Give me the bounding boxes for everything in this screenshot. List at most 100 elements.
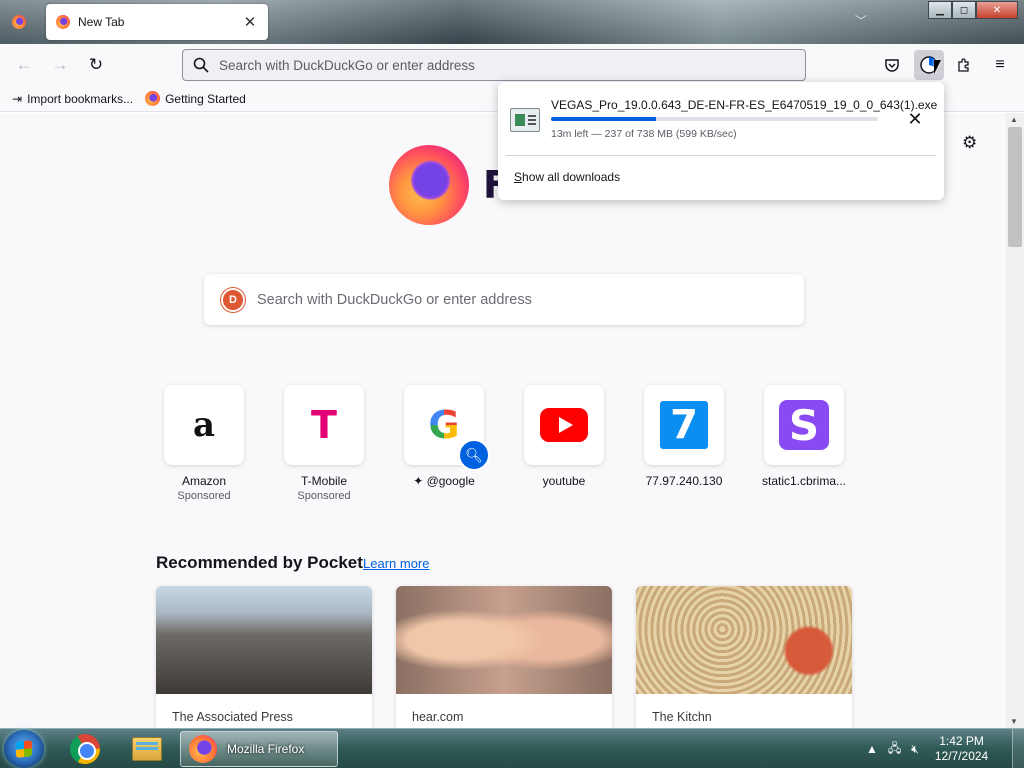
download-status: 13m left — 237 of 738 MB (599 KB/sec) bbox=[551, 128, 737, 140]
chevron-down-icon[interactable]: ﹀ bbox=[855, 12, 867, 29]
top-site-cbr[interactable]: S static1.cbrima... bbox=[744, 385, 864, 488]
nav-toolbar: ← → ↻ ≡ bbox=[0, 44, 1024, 86]
puzzle-icon bbox=[958, 58, 969, 72]
newtab-search-box[interactable]: D Search with DuckDuckGo or enter addres… bbox=[204, 274, 804, 325]
taskbar-label: Mozilla Firefox bbox=[227, 742, 305, 756]
tile-title: youtube bbox=[542, 474, 586, 488]
tile-icon-box: G 🔍︎ bbox=[404, 385, 490, 471]
tile-title: Amazon bbox=[181, 474, 227, 488]
card-image bbox=[156, 586, 372, 694]
card-source: The Associated Press bbox=[172, 710, 293, 724]
downloads-panel: VEGAS_Pro_19.0.0.643_DE-EN-FR-ES_E647051… bbox=[498, 82, 944, 200]
back-button[interactable]: ← bbox=[10, 51, 38, 79]
scroll-down-icon[interactable]: ▼ bbox=[1010, 717, 1018, 726]
minimize-button[interactable]: ▁ bbox=[928, 1, 952, 19]
close-tab-icon[interactable]: ✕ bbox=[242, 14, 258, 31]
pocket-card[interactable]: The Associated Press bbox=[156, 586, 372, 728]
tile-icon-box: 7 bbox=[644, 385, 724, 465]
tile-sponsored-label: Sponsored bbox=[297, 490, 351, 502]
title-bar: New Tab ✕ ﹀ ▁ ◻ ✕ bbox=[0, 0, 1024, 44]
maximize-button[interactable]: ◻ bbox=[952, 1, 976, 19]
chrome-icon bbox=[70, 734, 100, 764]
top-site-ip[interactable]: 7 77.97.240.130 bbox=[624, 385, 744, 488]
firefox-icon bbox=[189, 735, 217, 763]
file-icon bbox=[510, 108, 540, 132]
tile-sponsored-label: Sponsored bbox=[177, 490, 231, 502]
extensions-button[interactable] bbox=[950, 51, 978, 79]
learn-more-link[interactable]: Learn more bbox=[363, 556, 429, 571]
network-icon[interactable]: 🖧︎ bbox=[888, 739, 901, 760]
card-image bbox=[636, 586, 852, 694]
taskbar-chrome[interactable] bbox=[62, 731, 108, 767]
tile-title: T-Mobile bbox=[300, 474, 347, 488]
clock[interactable]: 1:42 PM 12/7/2024 bbox=[935, 734, 988, 764]
top-site-google[interactable]: G 🔍︎ ✦ @google bbox=[384, 385, 504, 488]
menu-button[interactable]: ≡ bbox=[986, 51, 1014, 79]
clock-date: 12/7/2024 bbox=[934, 749, 989, 763]
taskbar: Mozilla Firefox ▲ 🖧︎ 🔇︎ 1:42 PM 12/7/202… bbox=[0, 728, 1024, 768]
tmobile-logo-icon: T bbox=[311, 403, 337, 447]
top-site-youtube[interactable]: youtube bbox=[504, 385, 624, 488]
tile-title: static1.cbrima... bbox=[761, 474, 847, 488]
folder-icon bbox=[132, 737, 162, 761]
tray-expand-icon[interactable]: ▲ bbox=[866, 742, 878, 756]
start-button[interactable] bbox=[4, 730, 44, 768]
volume-muted-icon[interactable]: 🔇︎ bbox=[911, 742, 919, 757]
show-desktop-button[interactable] bbox=[1012, 729, 1024, 768]
scroll-up-icon[interactable]: ▲ bbox=[1010, 115, 1018, 124]
taskbar-firefox[interactable]: Mozilla Firefox bbox=[180, 731, 338, 767]
tile-title: ✦ @google bbox=[413, 474, 475, 488]
url-input[interactable] bbox=[219, 57, 805, 73]
url-bar[interactable] bbox=[182, 49, 806, 81]
system-tray: ▲ 🖧︎ 🔇︎ 1:42 PM 12/7/2024 bbox=[866, 729, 1002, 768]
reload-button[interactable]: ↻ bbox=[82, 51, 110, 79]
pocket-card[interactable]: The Kitchn bbox=[636, 586, 852, 728]
firefox-icon bbox=[145, 91, 161, 106]
search-shortcut-icon: 🔍︎ bbox=[458, 439, 490, 471]
firefox-view-icon[interactable] bbox=[12, 15, 26, 29]
s-logo-icon: S bbox=[779, 400, 829, 450]
bookmark-label: Getting Started bbox=[165, 91, 246, 106]
download-progress-fill bbox=[551, 117, 656, 121]
taskbar-explorer[interactable] bbox=[124, 731, 170, 767]
show-all-downloads-button[interactable]: Show all downloads bbox=[514, 170, 620, 184]
tab-new-tab[interactable]: New Tab ✕ bbox=[46, 4, 268, 40]
scroll-thumb[interactable] bbox=[1008, 127, 1022, 247]
pocket-card[interactable]: hear.com bbox=[396, 586, 612, 728]
bookmark-getting-started[interactable]: Getting Started bbox=[145, 91, 246, 106]
bookmark-import[interactable]: ⇥ Import bookmarks... bbox=[12, 92, 133, 106]
new-tab-page: ⚙ F D Search with DuckDuckGo or enter ad… bbox=[0, 113, 1006, 728]
pocket-heading: Recommended by Pocket bbox=[156, 553, 363, 572]
cancel-download-button[interactable]: ✕ bbox=[904, 108, 926, 130]
scrollbar[interactable]: ▲ ▼ bbox=[1006, 113, 1024, 728]
close-window-button[interactable]: ✕ bbox=[976, 1, 1018, 19]
pocket-icon bbox=[885, 59, 899, 72]
top-site-amazon[interactable]: a Amazon Sponsored bbox=[144, 385, 264, 502]
tile-title: 77.97.240.130 bbox=[645, 474, 723, 488]
tile-icon-box: S bbox=[764, 385, 844, 465]
pocket-button[interactable] bbox=[878, 51, 906, 79]
search-icon bbox=[193, 57, 209, 73]
download-progress-bar bbox=[551, 117, 878, 121]
mouse-cursor bbox=[934, 60, 941, 74]
download-file-name[interactable]: VEGAS_Pro_19.0.0.643_DE-EN-FR-ES_E647051… bbox=[551, 98, 937, 112]
firefox-icon bbox=[56, 15, 70, 29]
search-placeholder: Search with DuckDuckGo or enter address bbox=[257, 291, 532, 308]
access-key: S bbox=[514, 170, 523, 184]
gear-icon[interactable]: ⚙ bbox=[962, 133, 977, 153]
show-all-label: how all downloads bbox=[522, 170, 621, 184]
clock-time: 1:42 PM bbox=[939, 734, 984, 748]
firefox-logo bbox=[389, 145, 469, 225]
tile-icon-box: T bbox=[284, 385, 364, 465]
amazon-logo-icon: a bbox=[192, 405, 216, 445]
youtube-logo-icon bbox=[540, 408, 588, 442]
window-controls: ▁ ◻ ✕ bbox=[928, 1, 1018, 19]
tab-label: New Tab bbox=[78, 15, 125, 29]
google-logo-icon: G bbox=[428, 403, 460, 447]
tile-icon-box: a bbox=[164, 385, 244, 465]
seven-logo-icon: 7 bbox=[660, 401, 708, 449]
card-source: hear.com bbox=[412, 710, 464, 724]
forward-button[interactable]: → bbox=[46, 51, 74, 79]
top-site-tmobile[interactable]: T T-Mobile Sponsored bbox=[264, 385, 384, 502]
divider bbox=[506, 155, 936, 156]
